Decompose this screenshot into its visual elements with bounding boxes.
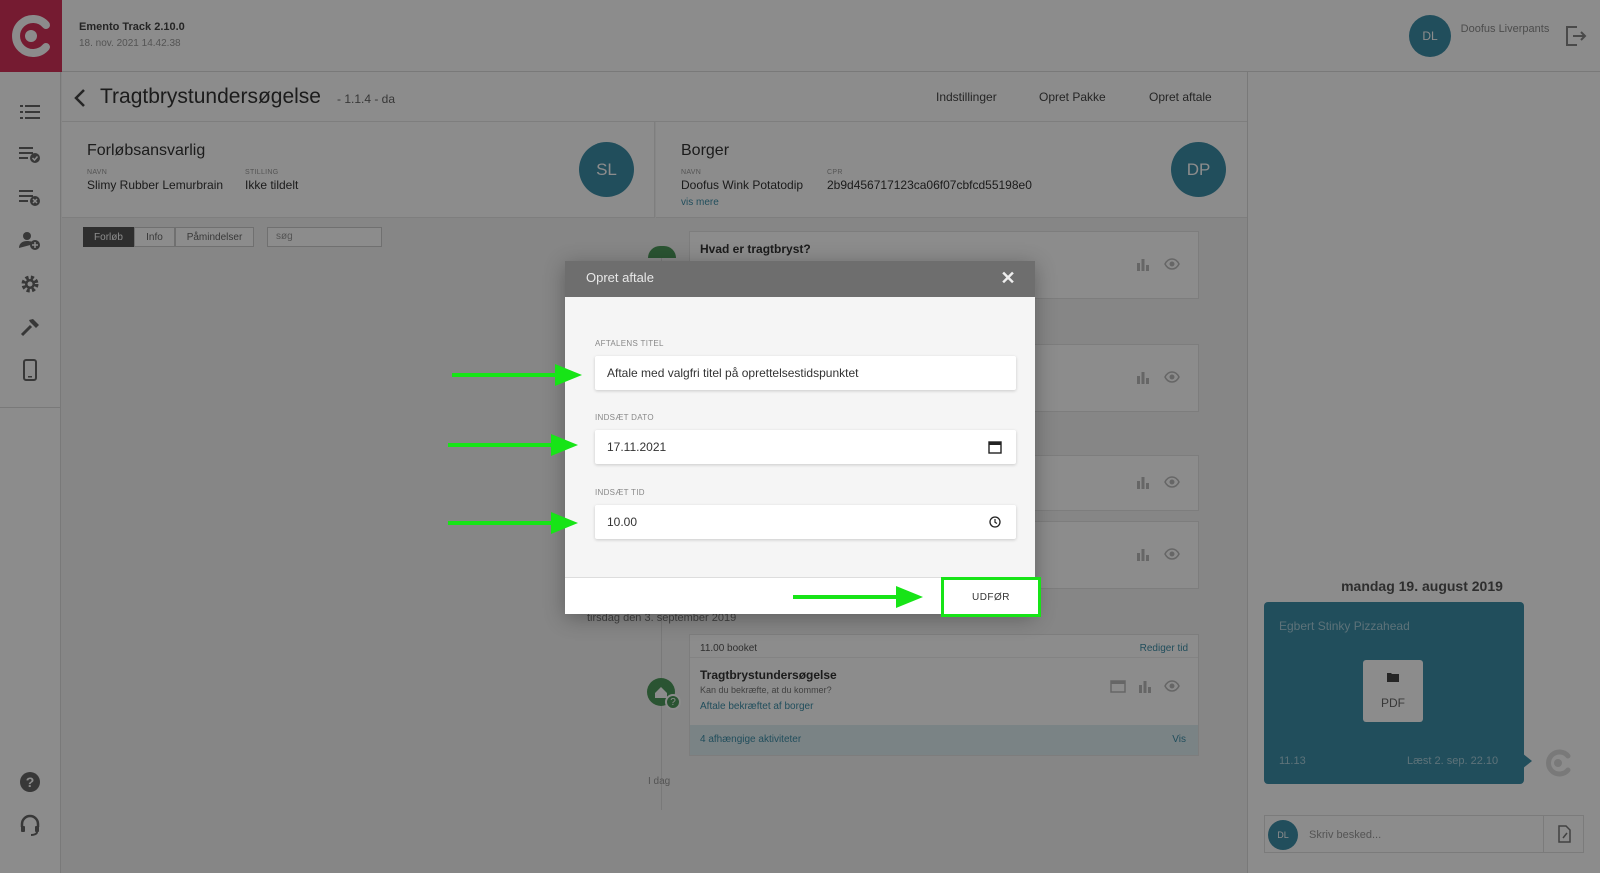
modal-title: Opret aftale <box>586 270 654 285</box>
calendar-icon[interactable] <box>988 440 1002 454</box>
date-value: 17.11.2021 <box>607 440 667 454</box>
time-field-label: INDSÆT TID <box>595 488 645 497</box>
time-value: 10.00 <box>607 515 638 529</box>
appointment-time-input[interactable]: 10.00 <box>595 505 1016 539</box>
arrow-annotation <box>793 586 923 608</box>
appointment-title-input[interactable]: Aftale med valgfri titel på oprettelsest… <box>595 356 1016 390</box>
clock-icon[interactable] <box>988 515 1002 529</box>
appointment-date-input[interactable]: 17.11.2021 <box>595 430 1016 464</box>
title-field-label: AFTALENS TITEL <box>595 339 664 348</box>
date-field-label: INDSÆT DATO <box>595 413 654 422</box>
arrow-annotation <box>448 434 578 456</box>
submit-button[interactable]: UDFØR <box>941 577 1041 617</box>
close-icon[interactable]: ✕ <box>998 268 1018 288</box>
arrow-annotation <box>448 512 578 534</box>
arrow-annotation <box>452 364 582 386</box>
